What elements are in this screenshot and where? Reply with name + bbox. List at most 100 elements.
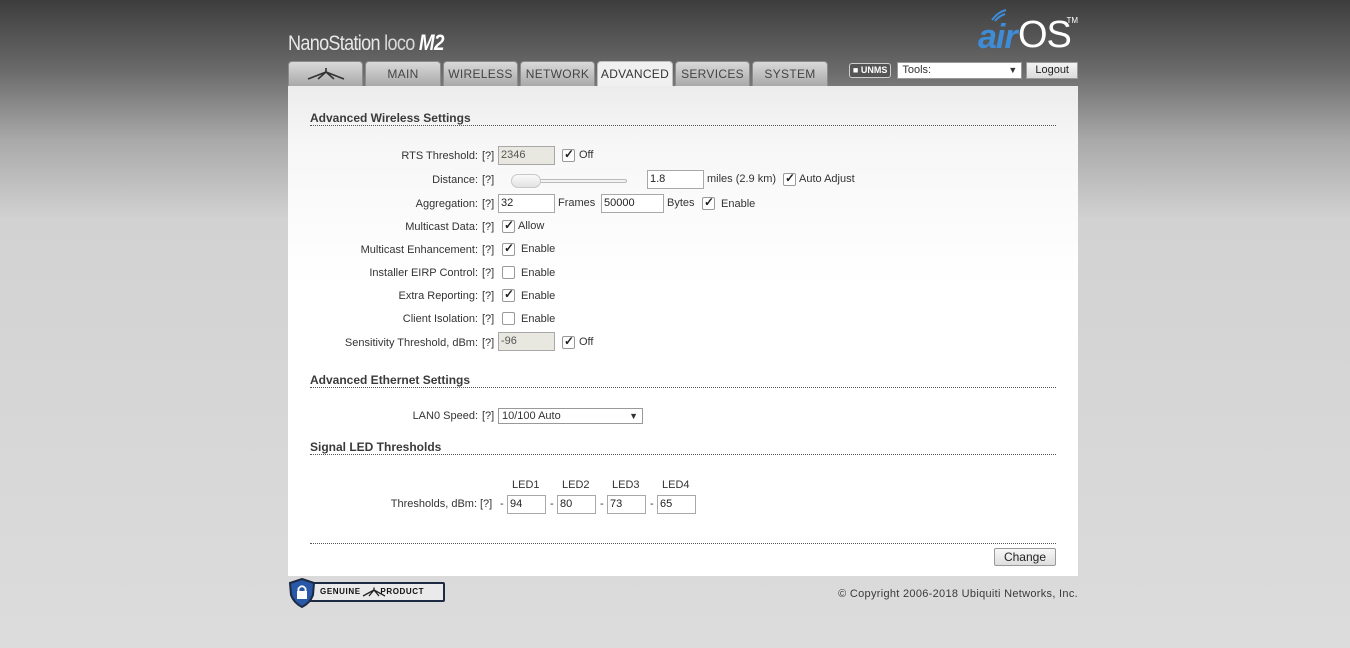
logout-button[interactable]: Logout xyxy=(1026,62,1078,79)
multicast-data-checkbox[interactable] xyxy=(502,218,515,233)
led2-threshold-input[interactable]: 80 xyxy=(557,495,596,514)
distance-label: Distance: xyxy=(432,174,478,186)
unms-button[interactable]: ■ UNMS xyxy=(848,63,892,78)
toolbar: ■ UNMS Tools: ▼ Logout xyxy=(848,62,1078,79)
section-divider xyxy=(310,125,1056,126)
distance-help-link[interactable]: [?] xyxy=(482,174,494,186)
logo-os: OS xyxy=(1018,14,1072,56)
tools-value: Tools: xyxy=(902,64,932,76)
led3-dash: - xyxy=(600,498,604,510)
aggregation-frames-input[interactable]: 32 xyxy=(498,194,555,213)
led2-header: LED2 xyxy=(562,479,590,491)
rts-off-label: Off xyxy=(579,149,594,161)
content-panel: Advanced Wireless Settings RTS Threshold… xyxy=(288,86,1078,576)
distance-unit: miles (2.9 km) xyxy=(707,173,777,185)
dropdown-arrow-icon: ▼ xyxy=(629,411,638,421)
tab-wireless[interactable]: WIRELESS xyxy=(443,61,518,86)
aggregation-help-link[interactable]: [?] xyxy=(482,198,494,210)
client-isolation-option: Enable xyxy=(521,313,556,325)
header: NanoStation loco M2 air OS TM MAIN WIREL… xyxy=(288,0,1078,87)
multicast-enhancement-help-link[interactable]: [?] xyxy=(482,244,494,256)
extra-reporting-label: Extra Reporting: xyxy=(398,290,478,302)
led1-threshold-input[interactable]: 94 xyxy=(507,495,546,514)
sensitivity-label: Sensitivity Threshold, dBm: xyxy=(344,337,478,349)
section-title-ethernet: Advanced Ethernet Settings xyxy=(310,373,471,387)
multicast-data-help-link[interactable]: [?] xyxy=(482,221,494,233)
aggregation-enable-label: Enable xyxy=(721,198,756,210)
aggregation-enable-checkbox[interactable] xyxy=(702,195,715,210)
aggregation-label: Aggregation: xyxy=(415,198,478,210)
lan0-speed-value: 10/100 Auto xyxy=(502,410,561,422)
tab-main[interactable]: MAIN xyxy=(365,61,441,86)
section-title-wireless: Advanced Wireless Settings xyxy=(310,111,471,125)
genuine-product-badge: GENUINE PRODUCT xyxy=(288,578,446,608)
bytes-label: Bytes xyxy=(667,197,695,209)
tab-system[interactable]: SYSTEM xyxy=(752,61,828,86)
eirp-control-label: Installer EIRP Control: xyxy=(369,267,478,279)
frames-label: Frames xyxy=(558,197,596,209)
multicast-enhancement-checkbox[interactable] xyxy=(502,241,515,256)
tab-network[interactable]: NETWORK xyxy=(520,61,595,86)
copyright-text: © Copyright 2006-2018 Ubiquiti Networks,… xyxy=(838,588,1078,600)
rts-help-link[interactable]: [?] xyxy=(482,150,494,162)
ubiquiti-logo-icon xyxy=(362,587,386,597)
rts-label: RTS Threshold: xyxy=(401,150,478,162)
extra-reporting-checkbox[interactable] xyxy=(502,287,515,302)
section-title-led: Signal LED Thresholds xyxy=(310,440,442,454)
section-divider xyxy=(310,387,1056,388)
aggregation-bytes-input[interactable]: 50000 xyxy=(601,194,664,213)
section-divider xyxy=(310,454,1056,455)
led3-threshold-input[interactable]: 73 xyxy=(607,495,646,514)
sensitivity-threshold-input[interactable]: -96 xyxy=(498,332,555,351)
rts-threshold-input[interactable]: 2346 xyxy=(498,146,555,165)
distance-input[interactable]: 1.8 xyxy=(647,170,704,189)
multicast-enhancement-option: Enable xyxy=(521,243,556,255)
unms-label: UNMS xyxy=(860,65,888,75)
logo-trademark: TM xyxy=(1066,16,1078,25)
tab-services[interactable]: SERVICES xyxy=(675,61,750,86)
lan0-speed-help-link[interactable]: [?] xyxy=(482,410,494,422)
led4-header: LED4 xyxy=(662,479,690,491)
product-main: NanoStation xyxy=(288,32,381,55)
airos-logo: air OS TM xyxy=(978,8,1078,56)
led1-dash: - xyxy=(500,498,504,510)
multicast-data-option: Allow xyxy=(518,220,545,232)
auto-adjust-checkbox[interactable] xyxy=(783,171,796,186)
multicast-enhancement-label: Multicast Enhancement: xyxy=(360,244,478,256)
led3-header: LED3 xyxy=(612,479,640,491)
product-model: M2 xyxy=(418,30,445,55)
logo-air: air xyxy=(978,18,1018,56)
tools-select[interactable]: Tools: ▼ xyxy=(897,62,1023,79)
dropdown-arrow-icon: ▼ xyxy=(1008,65,1018,75)
led-thresholds-help-link[interactable]: [?] xyxy=(480,498,492,510)
extra-reporting-help-link[interactable]: [?] xyxy=(482,290,494,302)
main-tabs: MAIN WIRELESS NETWORK ADVANCED SERVICES … xyxy=(288,61,830,87)
product-name: NanoStation loco M2 xyxy=(288,30,445,56)
change-button[interactable]: Change xyxy=(993,548,1056,566)
client-isolation-help-link[interactable]: [?] xyxy=(482,313,494,325)
led2-dash: - xyxy=(550,498,554,510)
led1-header: LED1 xyxy=(512,479,540,491)
tab-ubiquiti-logo[interactable] xyxy=(288,61,363,86)
form-bottom-divider xyxy=(310,543,1056,544)
rts-off-checkbox[interactable] xyxy=(562,147,575,162)
extra-reporting-option: Enable xyxy=(521,290,556,302)
shield-lock-icon xyxy=(288,578,316,608)
client-isolation-label: Client Isolation: xyxy=(402,313,478,325)
auto-adjust-label: Auto Adjust xyxy=(799,173,855,185)
product-thin: loco xyxy=(384,32,415,55)
lan0-speed-label: LAN0 Speed: xyxy=(412,410,478,422)
ubiquiti-logo-icon xyxy=(307,68,344,80)
led4-threshold-input[interactable]: 65 xyxy=(657,495,696,514)
sensitivity-off-checkbox[interactable] xyxy=(562,334,575,349)
eirp-control-help-link[interactable]: [?] xyxy=(482,267,494,279)
tab-advanced[interactable]: ADVANCED xyxy=(597,61,673,87)
lan0-speed-select[interactable]: 10/100 Auto ▼ xyxy=(498,408,643,424)
sensitivity-help-link[interactable]: [?] xyxy=(482,337,494,349)
client-isolation-checkbox[interactable] xyxy=(502,312,515,325)
led4-dash: - xyxy=(650,498,654,510)
eirp-control-option: Enable xyxy=(521,267,556,279)
distance-slider-handle[interactable] xyxy=(511,174,541,188)
eirp-control-checkbox[interactable] xyxy=(502,266,515,279)
multicast-data-label: Multicast Data: xyxy=(405,221,478,233)
